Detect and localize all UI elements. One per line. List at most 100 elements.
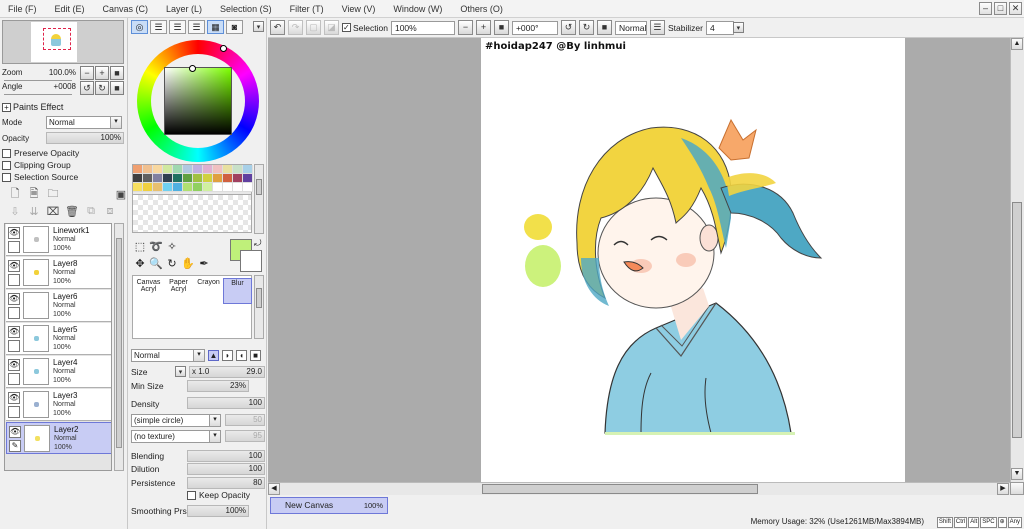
dilution-slider[interactable]: 100 <box>187 463 265 475</box>
color-swatch[interactable] <box>183 174 193 183</box>
color-swatch[interactable] <box>173 165 183 174</box>
canvas-vertical-scrollbar[interactable]: ▲ ▼ <box>1010 38 1024 482</box>
brush-blend-select[interactable]: Normal ▾ <box>131 349 205 362</box>
color-swatch[interactable] <box>203 174 213 183</box>
canvas-tab-new-canvas[interactable]: New Canvas 100% <box>270 497 388 514</box>
lasso-icon[interactable]: ➰ <box>148 238 164 254</box>
rotate-cw-icon[interactable]: ↻ <box>578 20 594 35</box>
stabilizer-field[interactable]: 4 <box>705 20 734 35</box>
lock-toggle[interactable] <box>8 406 20 418</box>
color-swatch[interactable] <box>223 174 233 183</box>
zoom-out-tb-icon[interactable]: − <box>457 20 473 35</box>
new-linework-layer-icon[interactable]: 🗎 <box>27 187 41 201</box>
color-swatch[interactable] <box>183 165 193 174</box>
rotate-icon[interactable]: ↻ <box>164 255 180 271</box>
layer-row[interactable]: 👁 Layer3 Normal 100% <box>6 389 111 421</box>
lock-toggle[interactable] <box>8 307 20 319</box>
brush-list-scrollbar[interactable] <box>254 275 264 339</box>
eye-icon[interactable]: 👁 <box>8 260 20 272</box>
panel-menu-icon[interactable]: ▾ <box>253 21 264 32</box>
canvas-viewport[interactable]: #hoidap247 @By linhmui <box>268 38 1010 482</box>
angle-slider[interactable] <box>4 94 72 95</box>
menu-canvas[interactable]: Canvas (C) <box>94 0 158 18</box>
selection-source-checkbox[interactable] <box>2 172 11 182</box>
eyedropper-icon[interactable]: ✒ <box>196 255 212 271</box>
new-layer-icon[interactable]: 🗋 <box>8 187 22 201</box>
saturation-value-square[interactable] <box>164 67 232 135</box>
color-swatch[interactable] <box>203 183 213 192</box>
swatch-empty-area[interactable] <box>132 194 252 233</box>
redo-icon[interactable]: ↷ <box>288 20 303 35</box>
zoom-in-icon[interactable]: + <box>95 66 109 80</box>
sub-color-swatch[interactable] <box>240 250 262 272</box>
eye-icon[interactable]: 👁 <box>8 293 20 305</box>
navigator-preview[interactable] <box>2 20 124 64</box>
color-mixer-tab-icon[interactable]: ☰ <box>188 20 205 34</box>
scroll-left-icon[interactable]: ◀ <box>268 483 280 495</box>
layer-row[interactable]: 👁 Layer5 Normal 100% <box>6 323 111 355</box>
rgb-sliders-tab-icon[interactable]: ☰ <box>150 20 167 34</box>
close-button[interactable]: ✕ <box>1009 2 1022 15</box>
mask-icon[interactable]: ⧈ <box>103 204 117 218</box>
selection-source-row[interactable]: Selection Source <box>2 172 78 182</box>
menu-view[interactable]: View (V) <box>333 0 385 18</box>
keep-opacity-checkbox[interactable] <box>187 490 196 500</box>
swatches-scroll-thumb[interactable] <box>256 179 262 195</box>
undo-icon[interactable]: ↶ <box>270 20 285 35</box>
scroll-down-icon[interactable]: ▼ <box>1011 468 1023 480</box>
canvas-vscroll-thumb[interactable] <box>1012 202 1022 438</box>
clipping-group-row[interactable]: Clipping Group <box>2 160 71 170</box>
menu-layer[interactable]: Layer (L) <box>157 0 211 18</box>
brush-shape-sharp-icon[interactable]: ▲ <box>208 350 219 361</box>
size-slider[interactable]: x 1.0 29.0 <box>189 366 265 378</box>
color-swatch[interactable] <box>203 165 213 174</box>
lock-toggle[interactable] <box>8 340 20 352</box>
scroll-right-icon[interactable]: ▶ <box>997 483 1009 495</box>
brush-paper-acryl[interactable]: Paper Acryl <box>164 278 193 304</box>
preserve-opacity-row[interactable]: Preserve Opacity <box>2 148 79 158</box>
brush-crayon[interactable]: Crayon <box>194 278 223 304</box>
scroll-up-icon[interactable]: ▲ <box>1011 38 1023 50</box>
layer-row[interactable]: 👁 Layer4 Normal 100% <box>6 356 111 388</box>
maximize-button[interactable]: □ <box>994 2 1007 15</box>
eye-icon[interactable]: 👁 <box>8 392 20 404</box>
selection-checkbox[interactable]: ✓ <box>342 23 351 32</box>
new-folder-icon[interactable]: 🗀 <box>46 187 60 201</box>
move-icon[interactable]: ✥ <box>132 255 148 271</box>
rect-select-icon[interactable]: ⬚ <box>132 238 148 254</box>
menu-selection[interactable]: Selection (S) <box>211 0 281 18</box>
brush-shape-select[interactable]: (simple circle) ▾ <box>131 414 221 427</box>
layer-opacity-slider[interactable]: 100% <box>46 132 124 144</box>
hand-icon[interactable]: ✋ <box>180 255 196 271</box>
color-swatch[interactable] <box>133 183 143 192</box>
color-swatch[interactable] <box>143 174 153 183</box>
color-swatch[interactable] <box>163 183 173 192</box>
flip-icon[interactable]: ☰ <box>649 20 665 35</box>
color-wheel-tab-icon[interactable]: ◎ <box>131 20 148 34</box>
layer-row-selected[interactable]: 👁 ✎ Layer2 Normal 100% <box>6 422 111 454</box>
color-swatch[interactable] <box>233 174 243 183</box>
color-swatch[interactable] <box>193 174 203 183</box>
hue-picker[interactable] <box>220 45 227 52</box>
stabilizer-dropdown-icon[interactable]: ▾ <box>732 22 744 33</box>
eye-icon[interactable]: 👁 <box>8 359 20 371</box>
color-swatch[interactable] <box>133 174 143 183</box>
eye-icon[interactable]: 👁 <box>8 326 20 338</box>
color-swatch[interactable] <box>193 165 203 174</box>
delete-layer-icon[interactable]: 🗑 <box>65 204 79 218</box>
transfer-down-icon[interactable]: ⇩ <box>8 204 22 218</box>
color-swatch[interactable] <box>163 165 173 174</box>
swatches-scrollbar[interactable] <box>254 164 264 234</box>
brush-shape-soft-icon[interactable]: ◖ <box>236 350 247 361</box>
color-swatch[interactable] <box>243 165 253 174</box>
layer-menu-icon[interactable]: ▣ <box>114 187 128 201</box>
color-swatch[interactable] <box>233 183 243 192</box>
canvas-horizontal-scrollbar[interactable]: ◀ ▶ <box>268 482 1010 495</box>
rotate-left-icon[interactable]: ↺ <box>80 81 94 95</box>
color-swatch[interactable] <box>193 183 203 192</box>
canvas-hscroll-thumb[interactable] <box>482 484 758 494</box>
view-mode-field[interactable]: Normal <box>614 20 647 35</box>
rotate-right-icon[interactable]: ↻ <box>95 81 109 95</box>
color-swatch[interactable] <box>213 165 223 174</box>
menu-others[interactable]: Others (O) <box>451 0 512 18</box>
